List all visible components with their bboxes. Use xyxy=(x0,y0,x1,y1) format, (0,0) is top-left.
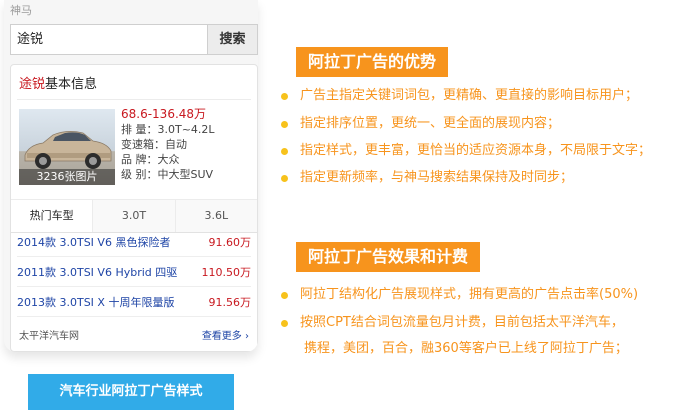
model-row[interactable]: 2014款 3.0TSI V6 黑色探险者 91.60万 xyxy=(17,229,251,257)
card-title-keyword: 途锐 xyxy=(19,77,46,92)
model-name[interactable]: 2011款 3.0TSI V6 Hybrid 四驱 xyxy=(17,259,177,286)
advantages-heading: 阿拉丁广告的优势 xyxy=(296,47,449,77)
card-title: 途锐基本信息 xyxy=(19,73,97,92)
bullet-dot xyxy=(281,148,288,155)
advantage-item: 指定更新频率，与神马搜索结果保持及时同步； xyxy=(300,170,574,185)
bullet-dot xyxy=(281,320,288,327)
search-input[interactable]: 途锐 xyxy=(10,24,208,55)
bullet-dot xyxy=(281,121,288,128)
spec-label: 品 牌： xyxy=(121,153,158,166)
tab-hot-models[interactable]: 热门车型 xyxy=(11,200,93,232)
effect-item-continued: 携程，美团，百合，融360等客户已上线了阿拉丁广告； xyxy=(304,341,628,356)
source-site: 太平洋汽车网 xyxy=(19,331,79,342)
tab-3-6l[interactable]: 3.6L xyxy=(174,200,257,232)
bullet-dot xyxy=(281,93,288,100)
model-tabs: 热门车型 3.0T 3.6L xyxy=(11,199,257,233)
effect-item: 按照CPT结合词包流量包月计费，目前包括太平洋汽车， xyxy=(300,315,624,330)
spec-row: 品 牌：大众 xyxy=(121,152,215,167)
price-range: 68.6-136.48万 xyxy=(121,107,207,121)
model-row[interactable]: 2011款 3.0TSI V6 Hybrid 四驱 110.50万 xyxy=(17,259,251,287)
brand-name: 神马 xyxy=(10,4,32,17)
model-name[interactable]: 2013款 3.0TSI X 十周年限量版 xyxy=(17,289,174,316)
car-specs: 68.6-136.48万 排 量：3.0T~4.2L 变速箱：自动 品 牌：大众… xyxy=(121,107,215,182)
car-photo[interactable]: 3236张图片 xyxy=(19,109,115,185)
advantage-item: 指定排序位置，更统一、更全面的展现内容； xyxy=(300,116,561,131)
model-row[interactable]: 2013款 3.0TSI X 十周年限量版 91.56万 xyxy=(17,289,251,317)
style-caption: 汽车行业阿拉丁广告样式 xyxy=(28,374,234,410)
photo-count: 3236张图片 xyxy=(19,169,115,185)
model-price: 110.50万 xyxy=(201,266,252,279)
spec-row: 级 别：中大型SUV xyxy=(121,167,215,182)
model-name[interactable]: 2014款 3.0TSI V6 黑色探险者 xyxy=(17,229,170,256)
advantage-item: 广告主指定关键词词包，更精确、更直接的影响目标用户； xyxy=(300,88,639,103)
bullet-dot xyxy=(281,292,288,299)
car-info-card: 途锐基本信息 3236张图片 68.6-136.48万 排 量：3.0T~4.2… xyxy=(10,64,258,352)
effects-heading: 阿拉丁广告效果和计费 xyxy=(296,242,481,272)
card-title-text: 基本信息 xyxy=(45,77,98,92)
spec-value: 大众 xyxy=(157,153,180,166)
model-price: 91.60万 xyxy=(208,236,252,249)
model-price: 91.56万 xyxy=(208,296,252,309)
search-button[interactable]: 搜索 xyxy=(208,24,258,55)
advantage-item: 指定样式，更丰富，更恰当的适应资源本身，不局限于文字； xyxy=(300,143,652,158)
spec-row: 排 量：3.0T~4.2L xyxy=(121,122,215,137)
view-more-link[interactable]: 查看更多 › xyxy=(202,327,249,342)
spec-value: 3.0T~4.2L xyxy=(157,123,215,136)
tab-3-0t[interactable]: 3.0T xyxy=(92,200,175,232)
bullet-dot xyxy=(281,175,288,182)
mobile-search-mock: 神马 途锐 搜索 途锐基本信息 3236张图片 68.6-136.48万 排 量… xyxy=(4,0,258,352)
spec-row: 变速箱：自动 xyxy=(121,137,215,152)
effect-item: 阿拉丁结构化广告展现样式，拥有更高的广告点击率(50%) xyxy=(300,287,639,302)
spec-label: 排 量： xyxy=(121,123,158,136)
divider xyxy=(17,99,251,100)
spec-label: 级 别： xyxy=(121,168,158,181)
spec-value: 中大型SUV xyxy=(157,168,214,181)
spec-label: 变速箱： xyxy=(121,138,165,151)
spec-value: 自动 xyxy=(165,138,187,151)
